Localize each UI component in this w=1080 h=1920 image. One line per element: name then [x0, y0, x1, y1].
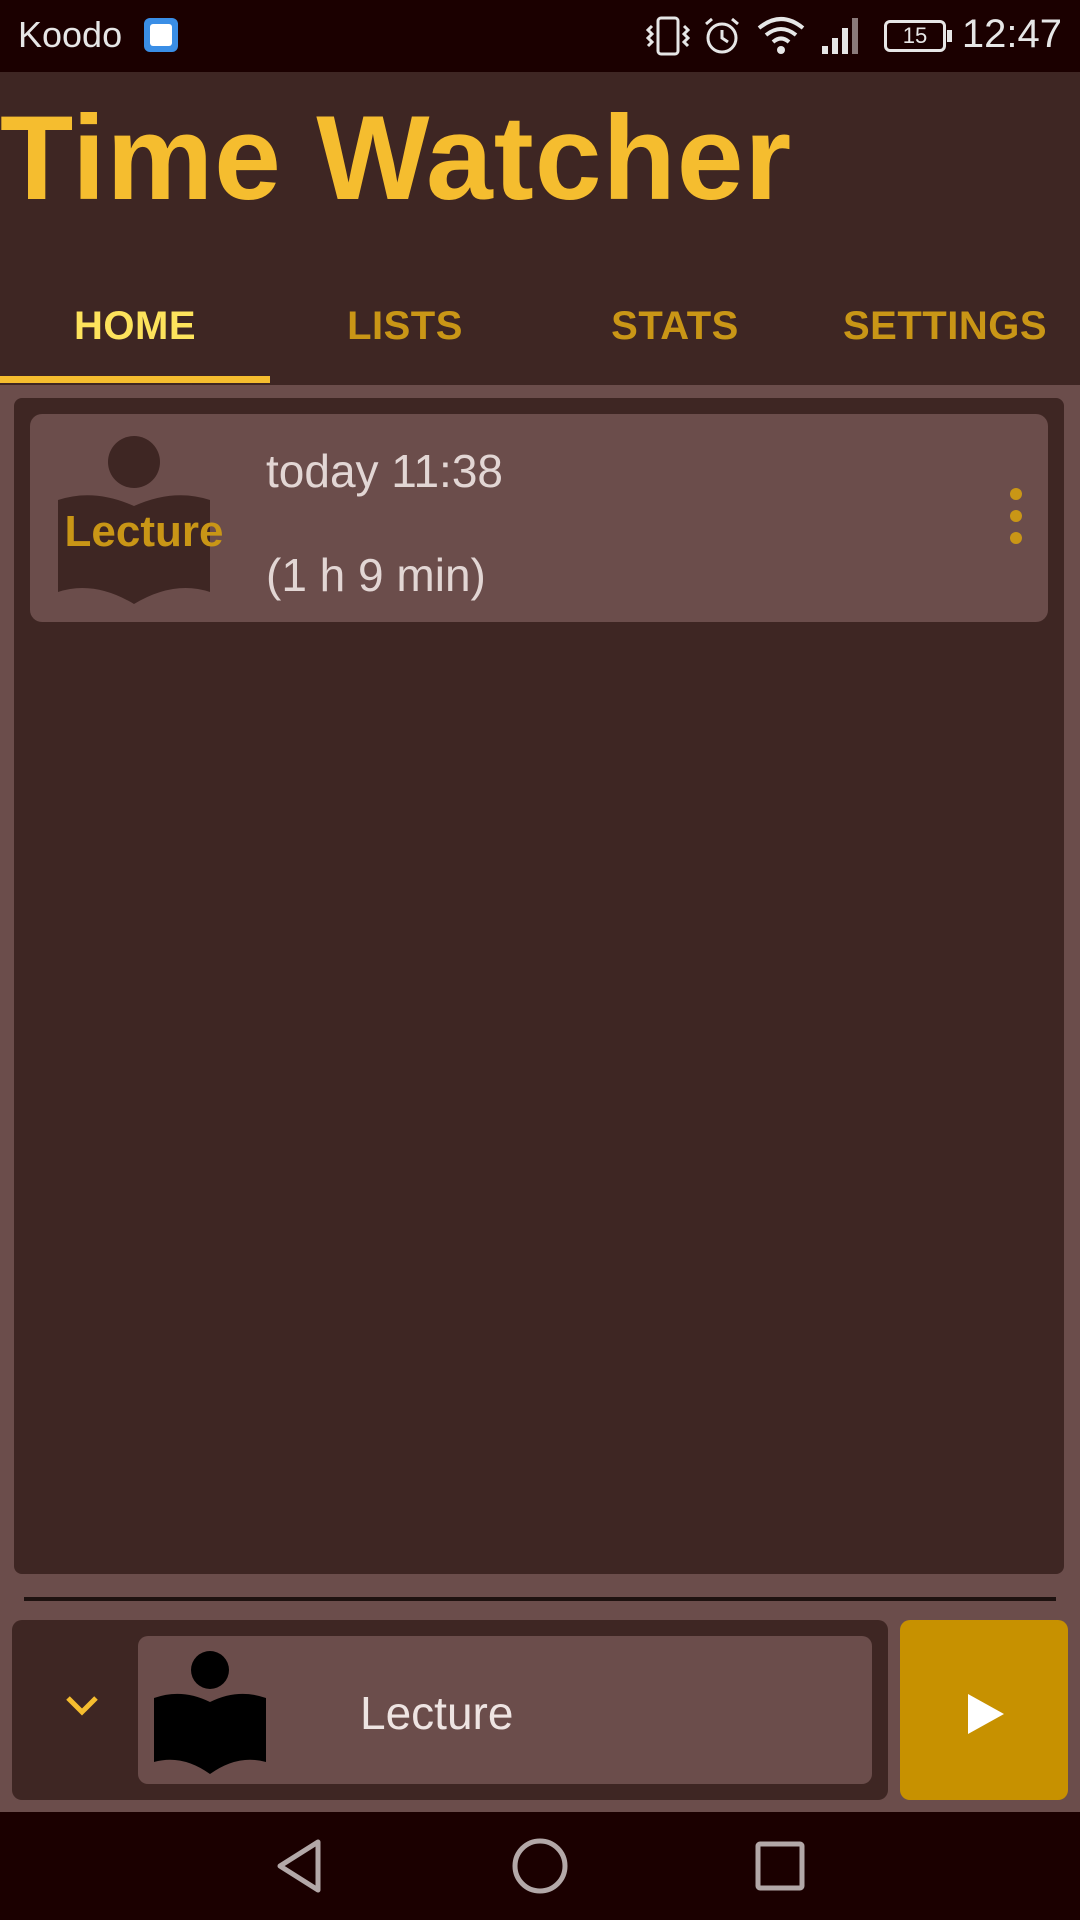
battery-icon: 15: [884, 20, 952, 52]
active-tab-indicator: [0, 376, 270, 383]
tab-bar: HOME LISTS STATS SETTINGS: [0, 268, 1080, 384]
selected-activity[interactable]: Lecture: [138, 1636, 872, 1784]
play-icon: [968, 1694, 1004, 1734]
vibrate-icon: [646, 16, 690, 56]
system-nav-bar: [0, 1812, 1080, 1920]
list-item[interactable]: Lecture today 11:38 (1 h 9 min): [30, 414, 1048, 622]
app-title: Time Watcher: [0, 91, 793, 225]
tab-home[interactable]: HOME: [0, 268, 270, 384]
home-icon[interactable]: [510, 1836, 570, 1896]
signal-icon: [822, 18, 858, 54]
book-reader-icon: Lecture: [54, 430, 223, 610]
status-bar: Koodo 15 12:47: [0, 0, 1080, 72]
start-timer-button[interactable]: [900, 1620, 1068, 1800]
entries-panel: Lecture today 11:38 (1 h 9 min): [14, 398, 1064, 1574]
tab-lists[interactable]: LISTS: [270, 268, 540, 384]
alarm-icon: [705, 17, 739, 54]
entry-activity-label: Lecture: [64, 507, 224, 556]
back-icon[interactable]: [270, 1836, 330, 1896]
entry-duration: (1 h 9 min): [266, 549, 486, 601]
activity-selector: Lecture: [12, 1620, 888, 1800]
tab-stats[interactable]: STATS: [540, 268, 810, 384]
battery-level: 15: [902, 23, 928, 48]
gallery-notification-icon: [144, 18, 178, 52]
selected-activity-label: Lecture: [360, 1687, 514, 1739]
status-clock: 12:47: [961, 12, 1062, 56]
book-reader-icon: [154, 1651, 266, 1774]
wifi-icon: [757, 17, 805, 54]
entry-start-time: today 11:38: [266, 445, 504, 497]
divider: [24, 1597, 1056, 1601]
carrier-name: Koodo: [18, 14, 123, 55]
tab-settings[interactable]: SETTINGS: [810, 268, 1080, 384]
recents-icon[interactable]: [750, 1836, 810, 1896]
more-options-icon[interactable]: [996, 486, 1036, 550]
chevron-down-icon[interactable]: [62, 1686, 102, 1726]
